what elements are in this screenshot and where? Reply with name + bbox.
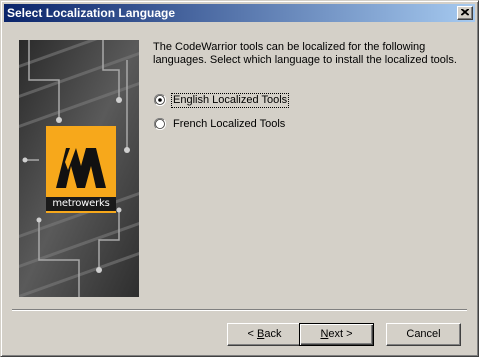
back-button-rest: ack xyxy=(264,328,282,340)
metrowerks-logo-icon xyxy=(56,148,106,188)
next-button-rest: ext > xyxy=(328,328,353,340)
radio-button-selected-icon[interactable] xyxy=(154,94,166,106)
logo-wordmark: metrowerks xyxy=(46,197,116,211)
window-title: Select Localization Language xyxy=(7,6,176,20)
radio-english-label[interactable]: English Localized Tools xyxy=(170,92,290,108)
radio-french[interactable]: French Localized Tools xyxy=(154,117,286,131)
next-button[interactable]: Next > xyxy=(299,323,374,346)
back-button[interactable]: < Back xyxy=(227,323,302,346)
radio-button-icon[interactable] xyxy=(154,118,166,130)
title-bar[interactable]: Select Localization Language xyxy=(4,4,475,22)
close-button[interactable] xyxy=(457,6,473,20)
metrowerks-logo: metrowerks xyxy=(46,126,116,213)
dialog-window: Select Localization Language metrowerks … xyxy=(0,0,479,357)
back-button-prefix: < xyxy=(247,328,257,340)
close-icon xyxy=(461,9,469,16)
separator xyxy=(12,309,467,311)
radio-french-label[interactable]: French Localized Tools xyxy=(172,118,286,131)
radio-english[interactable]: English Localized Tools xyxy=(154,92,290,108)
cancel-button[interactable]: Cancel xyxy=(386,323,461,346)
installer-banner-image: metrowerks xyxy=(19,40,139,297)
description-text: The CodeWarrior tools can be localized f… xyxy=(153,41,457,66)
